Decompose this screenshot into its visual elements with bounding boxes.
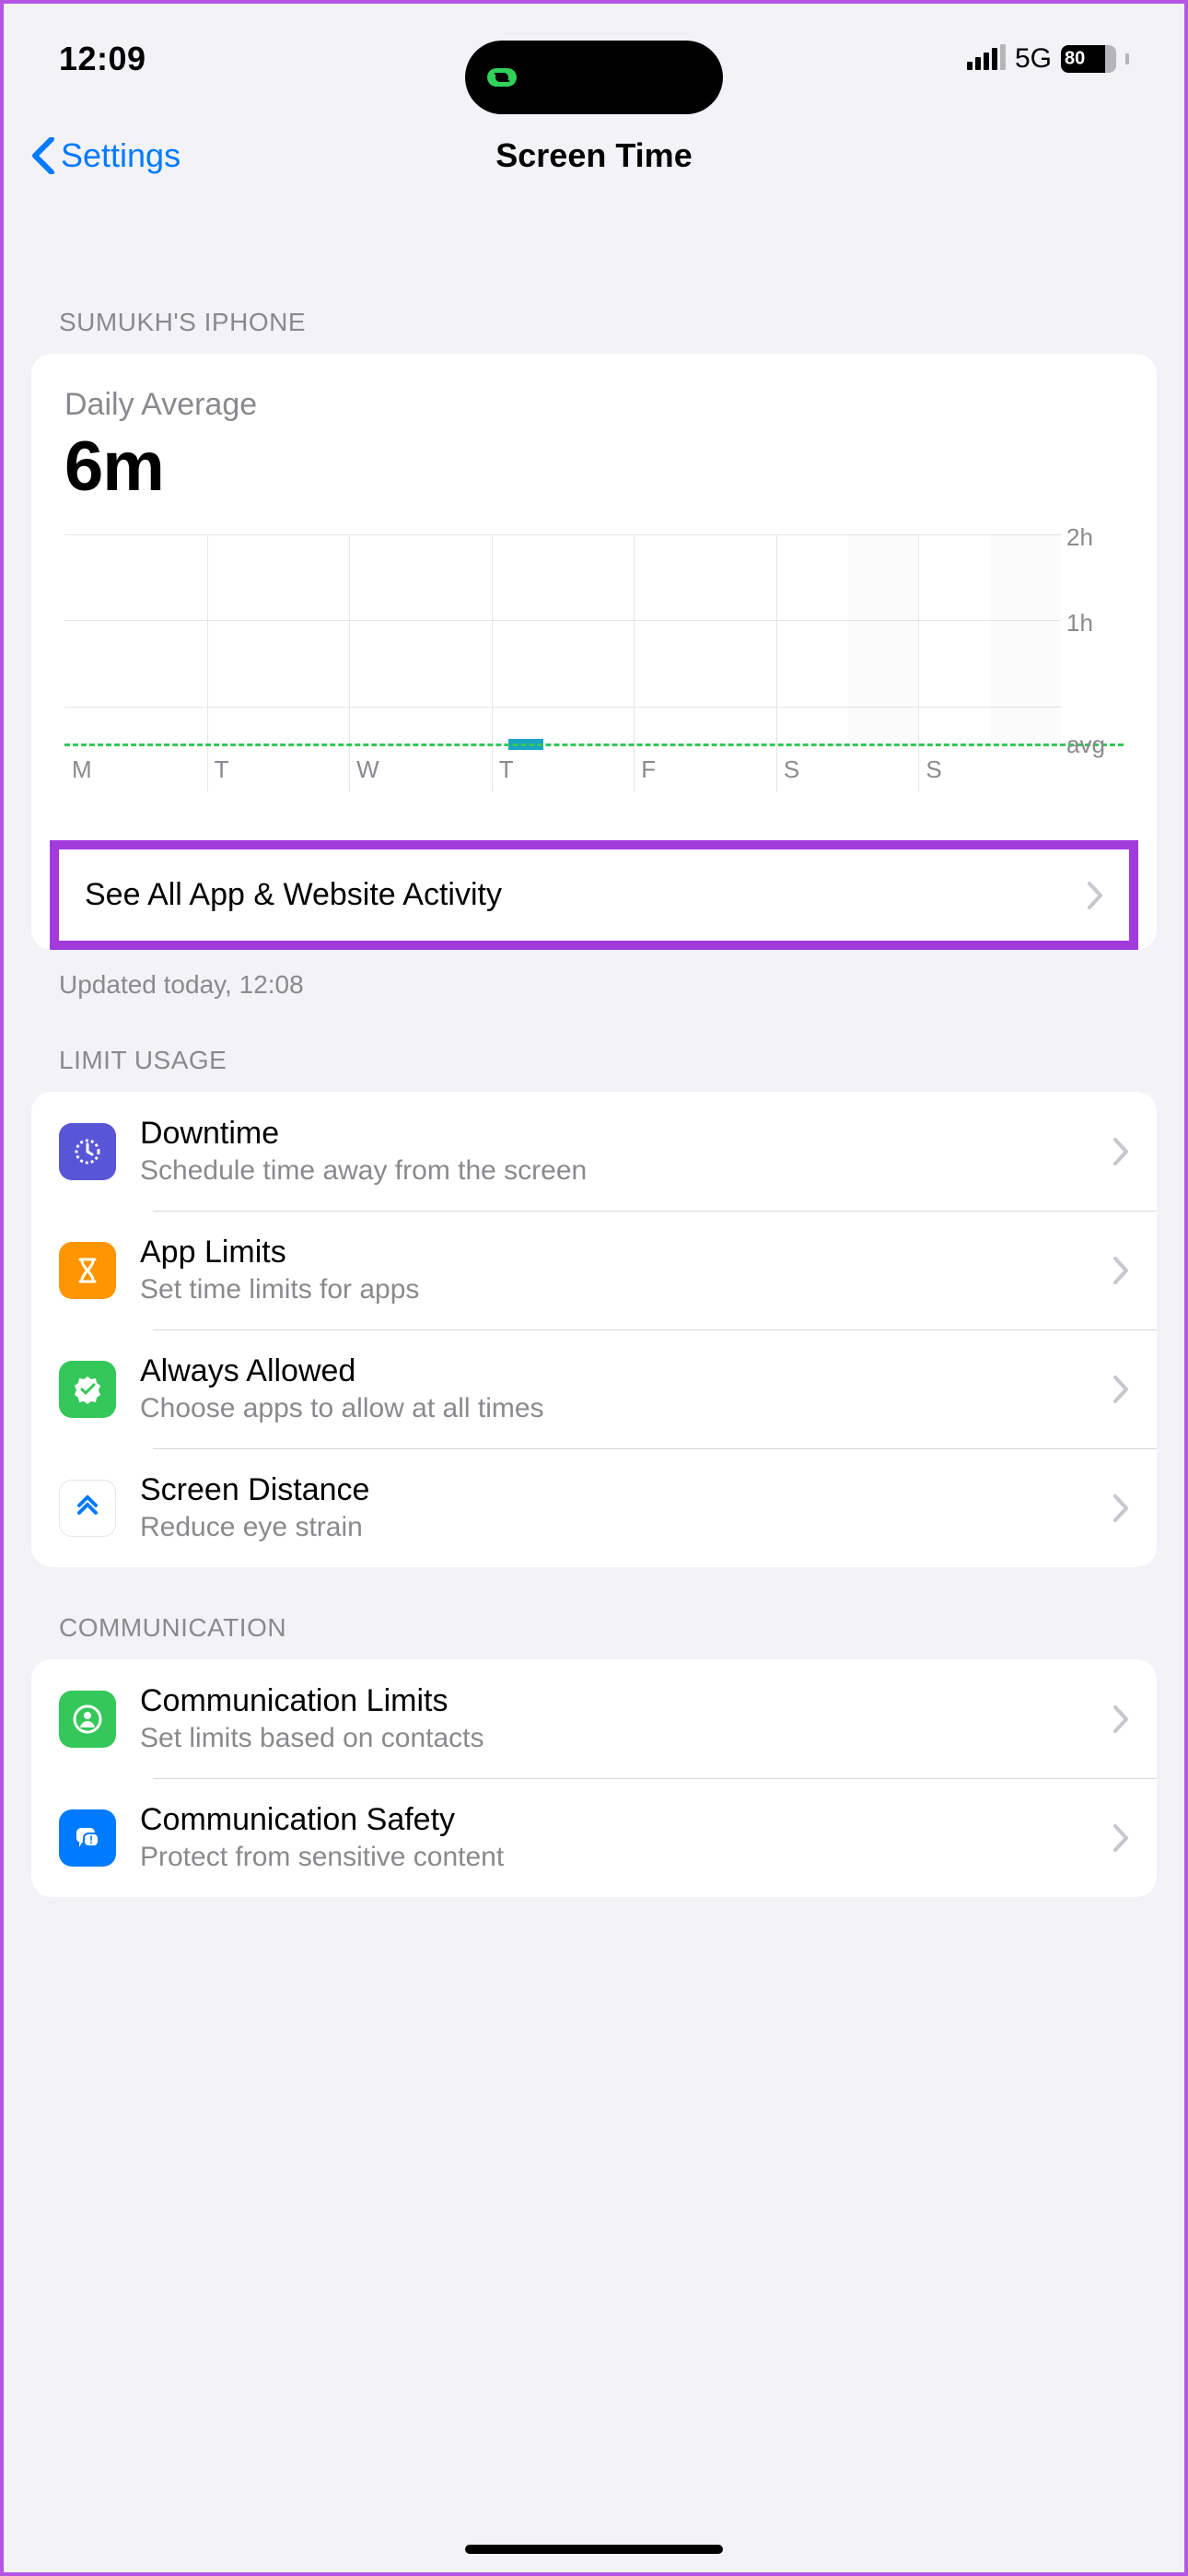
row-subtitle: Choose apps to allow at all times — [140, 1393, 1089, 1424]
row-title: Screen Distance — [140, 1472, 1089, 1508]
chart-y-label: 2h — [1066, 523, 1093, 552]
home-indicator[interactable] — [465, 2545, 723, 2554]
battery-cap — [1125, 53, 1129, 64]
screen-distance-icon — [59, 1480, 116, 1537]
row-communication-safety[interactable]: ! Communication Safety Protect from sens… — [31, 1778, 1157, 1897]
svg-text:!: ! — [89, 1833, 93, 1846]
chevron-right-icon — [1112, 1824, 1129, 1852]
downtime-icon — [59, 1123, 116, 1180]
chart-day-label: T — [207, 750, 350, 792]
back-button[interactable]: Settings — [31, 136, 181, 175]
chart-day-label: M — [64, 750, 207, 792]
chevron-right-icon — [1087, 882, 1103, 909]
summary-card: Daily Average 6m M T W T F — [31, 354, 1157, 950]
see-all-activity-highlight: See All App & Website Activity — [50, 840, 1138, 950]
communication-card: Communication Limits Set limits based on… — [31, 1659, 1157, 1897]
row-app-limits[interactable]: App Limits Set time limits for apps — [31, 1211, 1157, 1329]
hourglass-icon — [59, 1242, 116, 1299]
network-label: 5G — [1015, 43, 1052, 75]
daily-average-value: 6m — [64, 427, 1124, 507]
see-all-activity-label: See All App & Website Activity — [85, 877, 502, 913]
row-subtitle: Protect from sensitive content — [140, 1842, 1089, 1873]
status-time: 12:09 — [59, 40, 146, 78]
row-subtitle: Set time limits for apps — [140, 1274, 1089, 1306]
page-title: Screen Time — [495, 136, 692, 175]
check-seal-icon — [59, 1361, 116, 1418]
row-title: Communication Limits — [140, 1683, 1089, 1719]
contact-icon — [59, 1691, 116, 1748]
row-subtitle: Set limits based on contacts — [140, 1723, 1089, 1754]
chart-day-label: F — [634, 750, 776, 792]
chevron-right-icon — [1112, 1705, 1129, 1733]
row-title: Communication Safety — [140, 1802, 1089, 1838]
section-header-communication: COMMUNICATION — [4, 1613, 1184, 1643]
daily-average-label: Daily Average — [64, 387, 1124, 423]
chart-y-label: 1h — [1066, 609, 1093, 638]
row-downtime[interactable]: Downtime Schedule time away from the scr… — [31, 1092, 1157, 1211]
row-always-allowed[interactable]: Always Allowed Choose apps to allow at a… — [31, 1329, 1157, 1448]
row-subtitle: Schedule time away from the screen — [140, 1155, 1089, 1187]
battery-icon: 80 — [1061, 45, 1116, 73]
updated-timestamp: Updated today, 12:08 — [59, 970, 1129, 1000]
chart-avg-label: avg — [1066, 731, 1105, 759]
chart-avg-line — [64, 744, 1124, 746]
chart-day-label: W — [349, 750, 492, 792]
dynamic-island[interactable] — [465, 41, 723, 114]
limit-usage-card: Downtime Schedule time away from the scr… — [31, 1092, 1157, 1567]
chevron-right-icon — [1112, 1494, 1129, 1522]
cellular-signal-icon — [967, 48, 1006, 70]
row-subtitle: Reduce eye strain — [140, 1512, 1089, 1543]
chevron-right-icon — [1112, 1257, 1129, 1284]
chart-day-label: S — [776, 750, 919, 792]
row-screen-distance[interactable]: Screen Distance Reduce eye strain — [31, 1448, 1157, 1567]
chevron-left-icon — [31, 137, 55, 174]
chevron-right-icon — [1112, 1376, 1129, 1403]
back-label: Settings — [61, 136, 181, 175]
chat-alert-icon: ! — [59, 1809, 116, 1867]
section-header-device: SUMUKH'S IPHONE — [4, 308, 1184, 337]
usage-chart: M T W T F S S 2h 1h avg — [64, 534, 1124, 792]
row-title: Always Allowed — [140, 1353, 1089, 1389]
section-header-limit: LIMIT USAGE — [4, 1046, 1184, 1075]
chart-day-label: T — [492, 750, 635, 792]
row-title: App Limits — [140, 1235, 1089, 1270]
row-title: Downtime — [140, 1116, 1089, 1152]
battery-level: 80 — [1065, 49, 1085, 70]
see-all-activity-row[interactable]: See All App & Website Activity — [59, 849, 1129, 941]
chevron-right-icon — [1112, 1138, 1129, 1165]
chart-day-label: S — [918, 750, 1061, 792]
personal-hotspot-icon — [480, 55, 524, 100]
row-communication-limits[interactable]: Communication Limits Set limits based on… — [31, 1659, 1157, 1778]
